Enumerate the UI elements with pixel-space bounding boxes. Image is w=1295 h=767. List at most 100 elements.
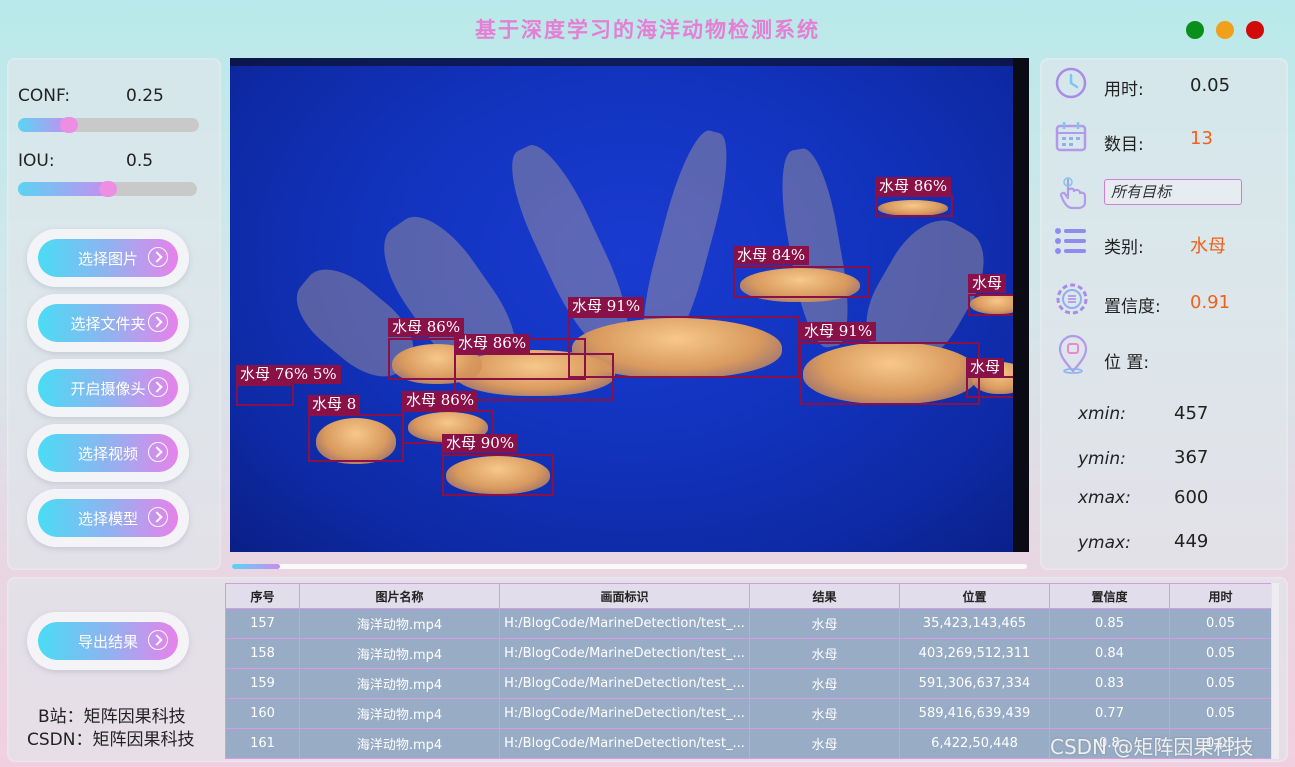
- time-label: 用时:: [1104, 80, 1144, 100]
- bilibili-credit: B站：矩阵因果科技: [38, 707, 186, 727]
- column-header[interactable]: 位置: [899, 583, 1050, 609]
- table-cell: 589,416,639,439: [899, 698, 1050, 729]
- video-progress-bar[interactable]: [232, 564, 1027, 569]
- xmax-value: 600: [1174, 487, 1209, 508]
- table-row[interactable]: 157 海洋动物.mp4 H:/BlogCode/MarineDetection…: [225, 608, 1271, 639]
- select-image-button-frame: 选择图片: [27, 229, 189, 287]
- select-folder-button[interactable]: 选择文件夹: [38, 304, 178, 342]
- video-border-right: [1013, 58, 1029, 552]
- detection-box: [236, 384, 294, 406]
- detection-label: 水母 86%: [388, 318, 465, 337]
- open-camera-label: 开启摄像头: [70, 379, 146, 398]
- column-header[interactable]: 置信度: [1049, 583, 1170, 609]
- app-title: 基于深度学习的海洋动物检测系统: [475, 18, 820, 42]
- open-camera-button[interactable]: 开启摄像头: [38, 369, 178, 407]
- close-button[interactable]: [1246, 21, 1264, 39]
- select-folder-button-frame: 选择文件夹: [27, 294, 189, 352]
- detection-label: 水母 91%: [800, 322, 877, 341]
- select-image-button[interactable]: 选择图片: [38, 239, 178, 277]
- select-model-button[interactable]: 选择模型: [38, 499, 178, 537]
- select-folder-label: 选择文件夹: [70, 314, 146, 333]
- open-camera-button-frame: 开启摄像头: [27, 359, 189, 417]
- location-icon: [1058, 334, 1088, 374]
- calendar-icon: [1055, 122, 1087, 152]
- detection-box: [800, 342, 980, 405]
- table-cell: H:/BlogCode/MarineDetection/test_...: [499, 638, 750, 669]
- iou-slider[interactable]: [18, 181, 197, 197]
- export-button-frame: 导出结果: [27, 612, 189, 670]
- detection-label: 水母 84%: [733, 246, 810, 265]
- conf-slider[interactable]: [18, 117, 199, 133]
- column-header[interactable]: 序号: [225, 583, 300, 609]
- ymin-value: 367: [1174, 447, 1209, 468]
- table-cell: 0.77: [1049, 698, 1170, 729]
- chevron-right-icon: [148, 630, 168, 650]
- select-video-button[interactable]: 选择视频: [38, 434, 178, 472]
- select-video-label: 选择视频: [77, 444, 138, 463]
- detection-label: 水母 86%: [875, 177, 952, 196]
- table-cell: 水母: [749, 668, 900, 699]
- detection-label: 水母 86%: [454, 334, 531, 353]
- detection-box: [308, 414, 404, 462]
- maximize-button[interactable]: [1186, 21, 1204, 39]
- table-row[interactable]: 159 海洋动物.mp4 H:/BlogCode/MarineDetection…: [225, 668, 1271, 699]
- table-cell: 水母: [749, 638, 900, 669]
- export-results-label: 导出结果: [77, 632, 138, 651]
- video-border-top: [230, 58, 1029, 66]
- column-header[interactable]: 结果: [749, 583, 900, 609]
- column-header[interactable]: 画面标识: [499, 583, 750, 609]
- table-cell: 35,423,143,465: [899, 608, 1050, 639]
- conf-slider-handle[interactable]: [60, 117, 78, 133]
- target-filter-select[interactable]: 所有目标: [1104, 179, 1242, 205]
- table-scrollbar[interactable]: [1272, 583, 1279, 759]
- chevron-right-icon: [148, 507, 168, 527]
- column-header[interactable]: 用时: [1169, 583, 1271, 609]
- clock-icon: [1055, 67, 1087, 99]
- table-cell: 水母: [749, 608, 900, 639]
- table-cell: 0.83: [1049, 668, 1170, 699]
- table-cell: H:/BlogCode/MarineDetection/test_...: [499, 728, 750, 759]
- detection-label: 水母 8: [308, 395, 361, 414]
- table-cell: 0.05: [1169, 668, 1271, 699]
- ymax-label: ymax:: [1078, 533, 1131, 553]
- column-header[interactable]: 图片名称: [299, 583, 500, 609]
- iou-label: IOU:: [18, 151, 55, 171]
- table-cell: 0.05: [1169, 608, 1271, 639]
- detection-video-view[interactable]: 水母 86% 水母 84% 水母 91% 水母 86% 水母 86% 水母 91…: [230, 58, 1029, 552]
- table-row[interactable]: 160 海洋动物.mp4 H:/BlogCode/MarineDetection…: [225, 698, 1271, 729]
- detection-label: 水母 90%: [442, 434, 519, 453]
- table-cell: 158: [225, 638, 300, 669]
- table-cell: 6,422,50,448: [899, 728, 1050, 759]
- table-cell: H:/BlogCode/MarineDetection/test_...: [499, 698, 750, 729]
- iou-value: 0.5: [126, 151, 154, 171]
- ymax-value: 449: [1174, 531, 1209, 552]
- table-cell: 水母: [749, 698, 900, 729]
- table-cell: 海洋动物.mp4: [299, 668, 500, 699]
- list-icon: [1055, 228, 1086, 254]
- time-value: 0.05: [1190, 75, 1231, 96]
- table-cell: 海洋动物.mp4: [299, 728, 500, 759]
- detection-box: [442, 454, 554, 496]
- detection-label: 水母: [966, 358, 1005, 377]
- table-cell: 水母: [749, 728, 900, 759]
- iou-slider-handle[interactable]: [99, 181, 117, 197]
- conf-label: CONF:: [18, 86, 71, 106]
- table-row[interactable]: 158 海洋动物.mp4 H:/BlogCode/MarineDetection…: [225, 638, 1271, 669]
- minimize-button[interactable]: [1216, 21, 1234, 39]
- select-model-button-frame: 选择模型: [27, 489, 189, 547]
- table-cell: 0.84: [1049, 638, 1170, 669]
- table-cell: 159: [225, 668, 300, 699]
- detection-label: 水母: [968, 274, 1007, 293]
- chevron-right-icon: [148, 247, 168, 267]
- hand-pointer-icon: [1059, 177, 1087, 210]
- detection-box: [733, 266, 869, 298]
- table-cell: 161: [225, 728, 300, 759]
- count-value: 13: [1190, 128, 1213, 149]
- video-progress-fill: [232, 564, 280, 569]
- watermark: CSDN @矩阵因果科技: [1050, 735, 1254, 759]
- table-cell: 591,306,637,334: [899, 668, 1050, 699]
- class-value: 水母: [1190, 236, 1226, 257]
- export-results-button[interactable]: 导出结果: [38, 622, 178, 660]
- table-header-row: 序号 图片名称 画面标识 结果 位置 置信度 用时: [225, 583, 1271, 609]
- xmin-label: xmin:: [1078, 404, 1126, 424]
